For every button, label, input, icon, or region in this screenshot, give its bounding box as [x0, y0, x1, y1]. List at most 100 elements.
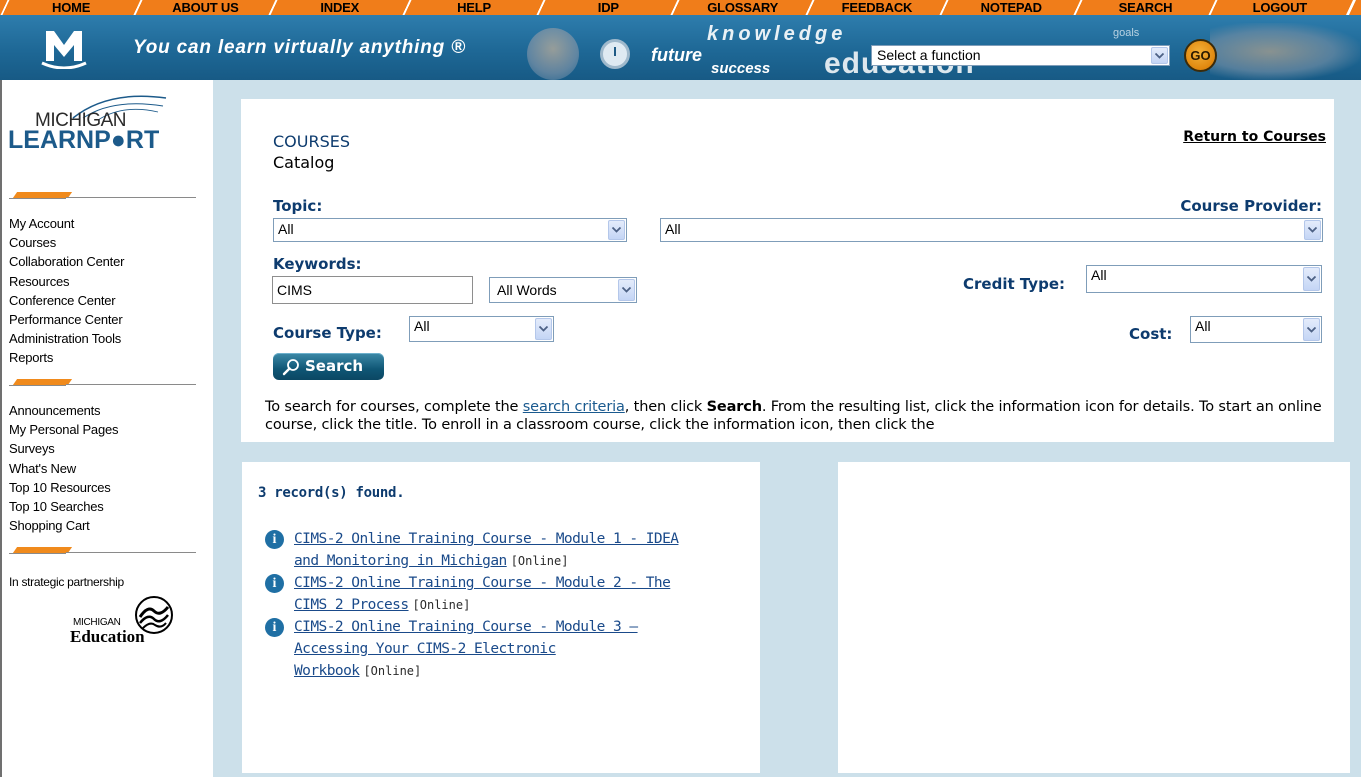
course-format-tag: [Online] [363, 664, 422, 678]
nav-glossary[interactable]: GLOSSARY [681, 0, 803, 15]
course-format-tag: [Online] [510, 554, 569, 568]
chevron-down-icon[interactable] [618, 279, 635, 301]
nav-separator [803, 0, 816, 15]
match-mode-select[interactable]: All Words [489, 277, 637, 303]
course-title-link[interactable]: CIMS-2 Online Training Course - Module 1… [294, 531, 679, 569]
chevron-down-icon[interactable] [1303, 267, 1320, 291]
top-nav-bar: HOME ABOUT US INDEX HELP IDP GLOSSARY FE… [0, 0, 1361, 15]
sidebar-item-top-10-searches[interactable]: Top 10 Searches [9, 497, 118, 516]
sidebar-item-administration-tools[interactable]: Administration Tools [9, 329, 124, 348]
topic-label: Topic: [273, 197, 323, 215]
chevron-down-icon[interactable] [608, 220, 625, 240]
sidebar-item-performance-center[interactable]: Performance Center [9, 310, 124, 329]
credit-type-select[interactable]: All [1086, 265, 1322, 293]
go-button[interactable]: GO [1184, 39, 1217, 72]
course-details-panel [838, 462, 1350, 773]
search-button-label: Search [305, 357, 364, 375]
nav-separator [266, 0, 279, 15]
course-provider-label: Course Provider: [1180, 197, 1322, 215]
sidebar-item-announcements[interactable]: Announcements [9, 401, 118, 420]
sidebar-divider [9, 377, 196, 389]
banner-word-future: future [651, 45, 702, 65]
nav-idp[interactable]: IDP [547, 0, 669, 15]
search-instructions: To search for courses, complete the sear… [265, 398, 1327, 434]
banner-slogan: You can learn virtually anything ® [133, 37, 466, 58]
clock-icon [600, 39, 630, 69]
university-m-logo-icon [41, 31, 87, 69]
search-criteria-link[interactable]: search criteria [523, 399, 625, 415]
course-provider-select-value: All [665, 221, 681, 237]
keywords-input-value: CIMS [277, 282, 312, 298]
records-found-count: 3 record(s) found. [258, 485, 405, 501]
sidebar-item-shopping-cart[interactable]: Shopping Cart [9, 516, 118, 535]
nav-separator [0, 0, 10, 15]
header-banner: You can learn virtually anything ® knowl… [0, 15, 1361, 80]
sidebar-item-my-account[interactable]: My Account [9, 214, 124, 233]
nav-separator [938, 0, 951, 15]
keywords-label: Keywords: [273, 255, 362, 273]
cost-select[interactable]: All [1190, 316, 1322, 343]
nav-search[interactable]: SEARCH [1084, 0, 1206, 15]
course-type-select[interactable]: All [409, 316, 554, 342]
nav-about-us[interactable]: ABOUT US [144, 0, 266, 15]
match-mode-select-value: All Words [497, 282, 557, 298]
course-search-panel: COURSES Catalog Return to Courses Topic:… [241, 99, 1334, 442]
topic-select[interactable]: All [273, 218, 627, 242]
search-button[interactable]: Search [273, 353, 384, 380]
list-item: i CIMS-2 Online Training Course - Module… [265, 616, 745, 682]
results-panel: 3 record(s) found. i CIMS-2 Online Train… [242, 462, 760, 773]
nav-separator [132, 0, 145, 15]
cost-label: Cost: [1129, 325, 1173, 343]
michigan-education-logo: MICHIGAN Education [70, 593, 210, 655]
nav-separator [400, 0, 413, 15]
credit-type-select-value: All [1091, 267, 1107, 283]
sidebar-item-collaboration-center[interactable]: Collaboration Center [9, 252, 124, 271]
sidebar-item-resources[interactable]: Resources [9, 272, 124, 291]
main-content: COURSES Catalog Return to Courses Topic:… [213, 80, 1361, 777]
info-icon[interactable]: i [265, 574, 284, 593]
partner-logo-education: Education [70, 627, 145, 646]
nav-notepad[interactable]: NOTEPAD [950, 0, 1072, 15]
nav-logout[interactable]: LOGOUT [1219, 0, 1341, 15]
chevron-down-icon[interactable] [1304, 220, 1321, 240]
sidebar-menu-secondary: Announcements My Personal Pages Surveys … [9, 401, 119, 535]
nav-index[interactable]: INDEX [279, 0, 401, 15]
instructions-text: To search for courses, complete the [265, 399, 523, 415]
chevron-down-icon[interactable] [535, 318, 552, 340]
info-icon[interactable]: i [265, 530, 284, 549]
michigan-learnport-logo: MICHIGAN LEARNP●RT [8, 92, 210, 164]
banner-word-success: success [711, 60, 771, 77]
keywords-input[interactable]: CIMS [272, 276, 473, 304]
sidebar-item-top-10-resources[interactable]: Top 10 Resources [9, 478, 118, 497]
chevron-down-icon[interactable] [1151, 47, 1168, 64]
nav-separator [669, 0, 682, 15]
sidebar-item-surveys[interactable]: Surveys [9, 439, 118, 458]
banner-photo [527, 28, 579, 80]
chevron-down-icon[interactable] [1303, 318, 1320, 341]
sidebar-item-my-personal-pages[interactable]: My Personal Pages [9, 420, 119, 439]
nav-separator [1340, 0, 1361, 15]
course-title-link[interactable]: CIMS-2 Online Training Course - Module 2… [294, 575, 671, 613]
function-select[interactable]: Select a function [871, 45, 1170, 66]
page-title: COURSES [273, 132, 351, 151]
nav-separator [1206, 0, 1219, 15]
sidebar-item-whats-new[interactable]: What's New [9, 459, 118, 478]
banner-word-goals: goals [1113, 27, 1140, 39]
sidebar: MICHIGAN LEARNP●RT My Account Courses Co… [0, 80, 213, 777]
nav-help[interactable]: HELP [413, 0, 535, 15]
sidebar-item-courses[interactable]: Courses [9, 233, 124, 252]
course-provider-select[interactable]: All [660, 218, 1323, 242]
course-type-label: Course Type: [273, 324, 382, 342]
info-icon[interactable]: i [265, 618, 284, 637]
course-type-select-value: All [414, 318, 430, 334]
banner-photo [1210, 23, 1360, 80]
logo-text-learnport: LEARNP●RT [8, 126, 160, 154]
return-to-courses-link[interactable]: Return to Courses [1183, 129, 1326, 145]
sidebar-item-conference-center[interactable]: Conference Center [9, 291, 124, 310]
course-title-link[interactable]: CIMS-2 Online Training Course - Module 3… [294, 619, 638, 679]
nav-feedback[interactable]: FEEDBACK [816, 0, 938, 15]
sidebar-divider [9, 190, 196, 202]
sidebar-item-reports[interactable]: Reports [9, 348, 124, 367]
topic-select-value: All [278, 221, 294, 237]
nav-home[interactable]: HOME [10, 0, 132, 15]
